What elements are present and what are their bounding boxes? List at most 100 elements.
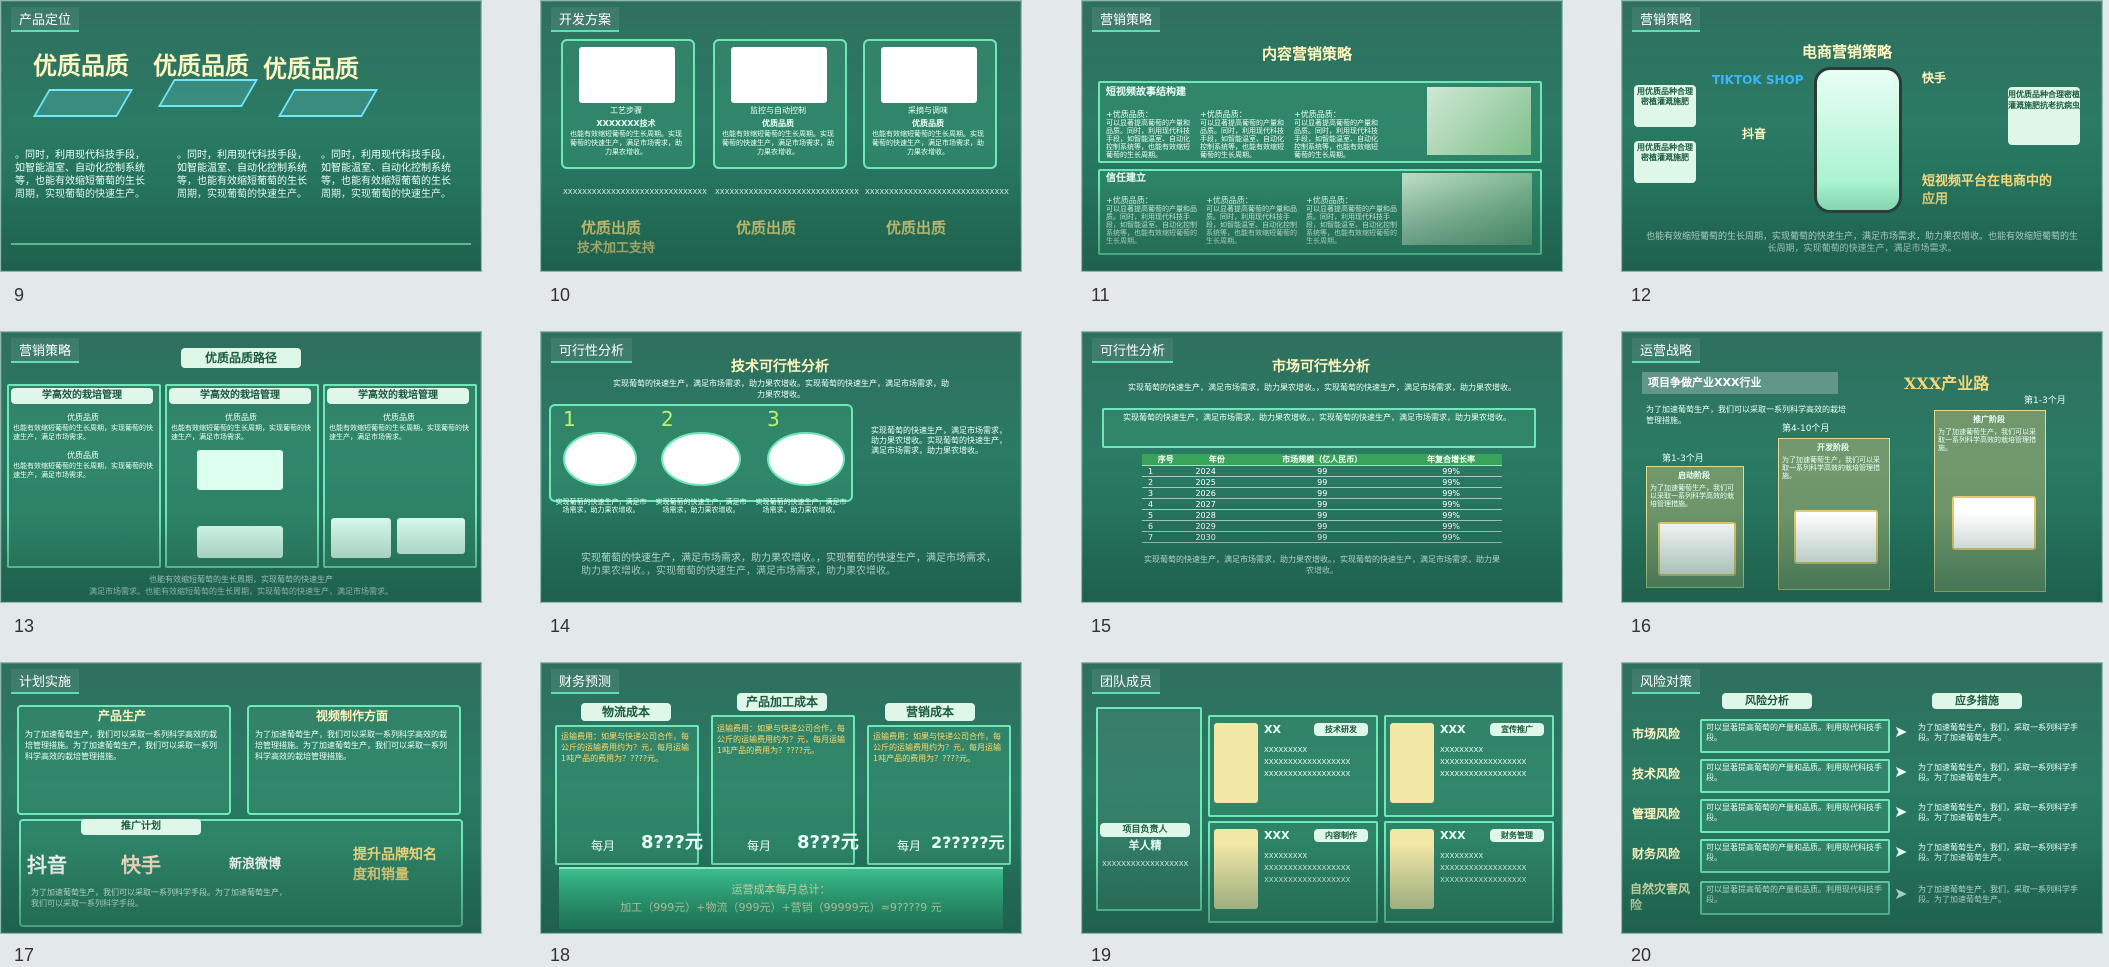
sub-heading: 优质品质 xyxy=(225,413,257,422)
slide-tag: 财务预测 xyxy=(551,669,620,694)
bottom-text: 也能有效缩短葡萄的生长周期，实现葡萄的快速生产，满足市场需求，助力果农增收。也能… xyxy=(1645,232,2078,254)
leader-label: 项目负责人 xyxy=(1100,823,1190,837)
member-photo xyxy=(1390,723,1434,803)
stage-title: 推广阶段 xyxy=(1973,415,2005,424)
stage-text: 为了加速葡萄生产，我们可以采取一系列科学高效的栽培管理措施。 xyxy=(1782,456,1880,480)
slide-heading: 优质品质 xyxy=(153,51,249,80)
platform-label: 抖音 xyxy=(1742,127,1767,141)
leader-name: 羊人精 xyxy=(1128,839,1162,852)
weibo-logo: 新浪微博 xyxy=(229,857,282,872)
image-placeholder xyxy=(1658,522,1736,576)
slide-tag: 开发方案 xyxy=(551,7,620,32)
monthly-label: 每月 xyxy=(747,839,772,853)
bottom-text: 也能有效缩短葡萄的生长周期，实现葡萄的快速生产 xyxy=(149,575,333,584)
member-role: 宣传推广 xyxy=(1490,723,1544,736)
analysis-text: 可以显著提高葡萄的产量和品质。利用现代科技手段。 xyxy=(1706,803,1882,822)
column-text: 也能有效缩短葡萄的生长周期，实现葡萄的快速生产，满足市场需求。 xyxy=(171,424,311,441)
market-table: 序号 年份 市场规模（亿人民币） 年复合增长率 1 2024 99 99% 2 2025… xyxy=(1142,454,1502,543)
member-photo xyxy=(1214,829,1258,909)
bottom-text: 满足市场需求。也能有效缩短葡萄的生长周期，实现葡萄的快速生产，满足市场需求。 xyxy=(89,587,393,596)
slide-thumbnail[interactable]: 风险对策 风险分析 应多措施 市场风险 可以显著提高葡萄的产量和品质。利用现代科… xyxy=(1621,662,2103,934)
bottom-caption: 优质出质 xyxy=(736,219,797,237)
column-heading: 风险分析 xyxy=(1722,693,1812,709)
total-title: 运营成本每月总计： xyxy=(731,883,831,896)
slide-thumbnail[interactable]: 可行性分析 市场可行性分析 实现葡萄的快速生产，满足市场需求，助力果农增收。，实… xyxy=(1081,331,1563,603)
column-heading: 产品加工成本 xyxy=(737,693,827,711)
card-title: 优质品质 xyxy=(762,119,794,128)
box-text: 为了加速葡萄生产，我们可以采取一系列科学高效的栽培管理措施。为了加速葡萄生产，我… xyxy=(25,730,217,761)
placeholder-text: XXXXXXXXXXXXXXXXXXXXXXXXXXXXXX xyxy=(865,188,1009,196)
card-label: 采摘与调味 xyxy=(908,106,948,115)
placeholder-text: XXXXXXXXXXXXXXXXXXXXXXXXXXXXXX xyxy=(563,188,707,196)
slide-thumbnail[interactable]: 产品定位 优质品质 优质品质 优质品质 。同时，利用现代科技手段，如智能温室、自… xyxy=(0,0,482,272)
step-circle xyxy=(661,432,741,486)
slide-thumbnail[interactable]: 计划实施 产品生产 视频制作方面 为了加速葡萄生产，我们可以采取一系列科学高效的… xyxy=(0,662,482,934)
slide-thumbnail[interactable]: 开发方案 工艺步骤 监控与自动控制 采摘与调味 XXXXXXX技术 优质品质 优… xyxy=(540,0,1022,272)
column-heading: 物流成本 xyxy=(581,703,671,721)
step-number: 3 xyxy=(767,407,780,431)
member-line: XXXXXXXXXXXXXXXXXX xyxy=(1264,864,1351,872)
image-placeholder xyxy=(197,450,283,490)
member-line: XXXXXXXXX xyxy=(1264,852,1308,860)
slide-number: 13 xyxy=(14,616,35,636)
slide-thumbnail[interactable]: 营销策略 内容营销策略 短视频故事结构建 +优质品质： +优质品质： +优质品质… xyxy=(1081,0,1563,272)
diamond-platform xyxy=(32,89,134,117)
monthly-label: 每月 xyxy=(897,839,922,853)
period-label: 第1-3个月 xyxy=(1662,454,1704,464)
douyin-logo: 抖音 xyxy=(27,853,67,877)
analysis-text: 可以显著提高葡萄的产量和品质。利用现代科技手段。 xyxy=(1706,885,1882,904)
intro-text: 为了加速葡萄生产，我们可以采取一系列科学高效的栽培管理措施。 xyxy=(1646,405,1846,425)
placeholder-text: XXXXXXXXXXXXXXXXXXXXXXXXXXXXXX xyxy=(715,188,859,196)
phone-mockup xyxy=(1814,67,1902,213)
slide-thumbnail[interactable]: 营销策略 优质品质路径 学高效的栽培管理 学高效的栽培管理 学高效的栽培管理 优… xyxy=(0,331,482,603)
slide-thumbnail[interactable]: 财务预测 物流成本 产品加工成本 营销成本 运输费用：如果与快递公司合作，每公斤… xyxy=(540,662,1022,934)
slide-body: 。同时，利用现代科技手段，如智能温室、自动化控制系统等，也能有效缩短葡萄的生长周… xyxy=(321,150,451,200)
table-row: 6 2029 99 99% xyxy=(1142,520,1502,532)
card-title: 优质品质 xyxy=(912,119,944,128)
slide-thumbnail[interactable]: 运营战略 项目争做产业XXX行业 XXX产业路 为了加速葡萄生产，我们可以采取一… xyxy=(1621,331,2103,603)
member-role: 技术研发 xyxy=(1314,723,1368,736)
table-row: 7 2030 99 99% xyxy=(1142,531,1502,543)
column-heading: 营销成本 xyxy=(885,703,975,721)
slogan: 短视频平台在电商中的应用 xyxy=(1922,174,2053,207)
slide-number: 19 xyxy=(1091,945,1112,965)
slide-title: 优质品质路径 xyxy=(181,348,301,368)
title-banner: 项目争做产业XXX行业 xyxy=(1642,372,1838,394)
sub-heading: 优质品质 xyxy=(67,451,99,460)
image-placeholder xyxy=(197,526,283,558)
box-title: 产品生产 xyxy=(97,709,146,723)
slide-tag: 营销策略 xyxy=(11,338,80,363)
member-line: XXXXXXXXXXXXXXXXXX xyxy=(1264,758,1351,766)
text-box: 用优质品种合理密植灌溉施肥 xyxy=(1634,85,1696,127)
slide-tag: 计划实施 xyxy=(11,669,80,694)
promo-title: 推广计划 xyxy=(81,819,201,835)
slide-thumbnail[interactable]: 可行性分析 技术可行性分析 实现葡萄的快速生产，满足市场需求，助力果农增收。实现… xyxy=(540,331,1022,603)
column-text: 也能有效缩短葡萄的生长周期，实现葡萄的快速生产，满足市场需求。 xyxy=(13,462,153,479)
card-title: XXXXXXX技术 xyxy=(596,119,656,128)
column-heading: 学高效的栽培管理 xyxy=(11,388,153,404)
monthly-amount: 2?????元 xyxy=(931,833,1005,852)
analysis-text: 可以显著提高葡萄的产量和品质。利用现代科技手段。 xyxy=(1706,723,1882,742)
column-text: 也能有效缩短葡萄的生长周期，实现葡萄的快速生产，满足市场需求。 xyxy=(13,424,153,441)
box-title: 视频制作方面 xyxy=(315,709,388,723)
leader-line: XXXXXXXXXXXXXXXXXX xyxy=(1102,860,1189,868)
slide-tag: 营销策略 xyxy=(1092,7,1161,32)
card-text: 也能有效缩短葡萄的生长周期。实现葡萄的快速生产，满足市场需求，助力果农增收。 xyxy=(722,130,834,156)
item-text: 可以显著提高葡萄的产量和品质。同时，利用现代科技手段，如智能温室、自动化控制系统… xyxy=(1294,119,1378,159)
step-number: 1 xyxy=(563,407,576,431)
monthly-amount: 8???元 xyxy=(641,832,703,853)
arrow-icon: ➤ xyxy=(1894,842,1908,861)
slide-number: 16 xyxy=(1631,616,1652,636)
photo xyxy=(1427,87,1531,155)
step-circle xyxy=(767,432,845,486)
slide-thumbnail[interactable]: 营销策略 电商营销策略 TIKTOK SHOP 用优质品种合理密植灌溉施肥 用优… xyxy=(1621,0,2103,272)
slogan: 提升品牌知名度和销量 xyxy=(353,847,437,883)
promo-text: 为了加速葡萄生产，我们可以采取一系列科学手段。为了加速葡萄生产，我们可以采取一系… xyxy=(31,888,287,908)
box-text: 为了加速葡萄生产，我们可以采取一系列科学高效的栽培管理措施。为了加速葡萄生产，我… xyxy=(255,730,447,761)
member-line: XXXXXXXXXXXXXXXXXX xyxy=(1264,770,1351,778)
slide-thumbnail[interactable]: 团队成员 项目负责人 羊人精 XXXXXXXXXXXXXXXXXX XX 技术研… xyxy=(1081,662,1563,934)
column-text: 运输费用：如果与快递公司合作，每公斤的运输费用约为？元，每月运输1吨产品的费用为… xyxy=(873,732,1001,763)
member-name: XXX xyxy=(1264,829,1290,842)
photo xyxy=(1402,173,1532,245)
measure-text: 为了加速葡萄生产，我们，采取一系列科学手段。为了加速葡萄生产。 xyxy=(1918,723,2078,742)
